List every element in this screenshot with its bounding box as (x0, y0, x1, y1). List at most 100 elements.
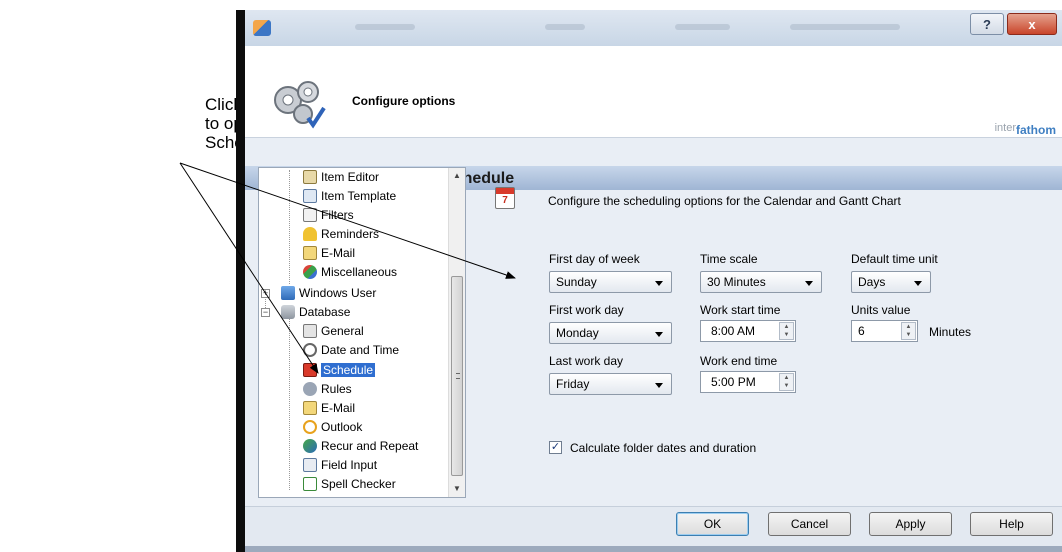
schedule-description: Configure the scheduling options for the… (548, 194, 901, 208)
tree-line (289, 318, 290, 490)
spin-down-icon[interactable]: ▼ (902, 331, 915, 339)
rules-icon (303, 382, 317, 396)
calendar-icon-number: 7 (502, 195, 508, 206)
first-day-select[interactable]: Sunday (549, 271, 672, 293)
tree-item-schedule[interactable]: Schedule (303, 361, 376, 379)
tree-item-filters[interactable]: Filters (303, 206, 354, 224)
work-end-value: 5:00 PM (711, 375, 756, 389)
first-work-day-label: First work day (549, 303, 624, 317)
tree-item-email-2[interactable]: E-Mail (303, 399, 355, 417)
tree-item-windows-user[interactable]: Windows User (281, 284, 376, 302)
email-icon (303, 246, 317, 260)
chevron-down-icon (655, 281, 663, 286)
tree-item-label: Schedule (321, 363, 376, 377)
first-day-label: First day of week (549, 252, 640, 266)
general-icon (303, 324, 317, 338)
chevron-down-icon (914, 281, 922, 286)
default-unit-select[interactable]: Days (851, 271, 931, 293)
field-input-icon (303, 458, 317, 472)
spin-buttons[interactable]: ▲ ▼ (779, 322, 794, 340)
help-title-button[interactable]: ? (970, 13, 1004, 35)
units-value-label: Units value (851, 303, 911, 317)
spin-up-icon[interactable]: ▲ (780, 323, 793, 331)
work-start-label: Work start time (700, 303, 781, 317)
tree-item-miscellaneous[interactable]: Miscellaneous (303, 263, 397, 281)
tree-item-label: Recur and Repeat (321, 439, 419, 453)
last-work-day-select[interactable]: Friday (549, 373, 672, 395)
cancel-button[interactable]: Cancel (768, 512, 851, 536)
tree-item-outlook[interactable]: Outlook (303, 418, 362, 436)
close-button[interactable]: x (1007, 13, 1057, 35)
work-end-time-input[interactable]: 5:00 PM ▲ ▼ (700, 371, 796, 393)
units-suffix: Minutes (929, 325, 972, 339)
spin-up-icon[interactable]: ▲ (780, 374, 793, 382)
calculate-dates-checkbox[interactable]: ✓ (549, 441, 562, 454)
tree-item-item-editor[interactable]: Item Editor (303, 168, 379, 186)
tree-item-label: Spell Checker (321, 477, 396, 491)
work-end-label: Work end time (700, 354, 778, 368)
work-start-value: 8:00 AM (711, 324, 756, 338)
blurred-title-fragment (790, 24, 900, 30)
tree-item-field-input[interactable]: Field Input (303, 456, 377, 474)
blurred-title-fragment (675, 24, 730, 30)
tree-item-label: General (321, 324, 364, 338)
tree-item-date-and-time[interactable]: Date and Time (303, 341, 399, 359)
grip-icon (456, 373, 460, 379)
scroll-up-icon[interactable]: ▲ (449, 168, 465, 184)
collapse-database[interactable]: − (261, 308, 270, 317)
units-value: 6 (858, 324, 865, 338)
tree-item-reminders[interactable]: Reminders (303, 225, 379, 243)
brand-suffix: fathom (1016, 123, 1056, 137)
taskbar-fragment (245, 546, 1062, 552)
brand-prefix: inter (994, 122, 1016, 134)
default-unit-label: Default time unit (851, 252, 938, 266)
gears-icon (274, 81, 326, 129)
expand-windows-user[interactable]: + (261, 289, 270, 298)
tree-item-spell-checker[interactable]: Spell Checker (303, 475, 396, 493)
spin-down-icon[interactable]: ▼ (780, 382, 793, 390)
schedule-panel (470, 190, 1062, 506)
bell-icon (303, 227, 317, 241)
tree-item-rules[interactable]: Rules (303, 380, 352, 398)
tree-item-label: Item Template (321, 189, 397, 203)
tree-item-general[interactable]: General (303, 322, 364, 340)
scroll-thumb[interactable] (451, 276, 463, 476)
spin-buttons[interactable]: ▲ ▼ (779, 373, 794, 391)
tree-scrollbar[interactable]: ▲ ▼ (448, 168, 465, 497)
spin-down-icon[interactable]: ▼ (780, 331, 793, 339)
blurred-title-fragment (545, 24, 585, 30)
tree-item-email[interactable]: E-Mail (303, 244, 355, 262)
tree-item-label: Date and Time (321, 343, 400, 357)
chevron-down-icon (655, 332, 663, 337)
default-unit-value: Days (858, 275, 886, 289)
tree-item-label: E-Mail (321, 401, 356, 415)
tree-item-label: Outlook (321, 420, 363, 434)
chevron-down-icon (805, 281, 813, 286)
scroll-down-icon[interactable]: ▼ (449, 481, 465, 497)
tree-item-label: Database (299, 305, 351, 319)
calendar-icon: 7 (495, 187, 515, 209)
time-scale-value: 30 Minutes (707, 275, 766, 289)
ok-button[interactable]: OK (676, 512, 749, 536)
first-work-day-select[interactable]: Monday (549, 322, 672, 344)
email-icon (303, 401, 317, 415)
tree-item-label: Miscellaneous (321, 265, 398, 279)
tree-item-item-template[interactable]: Item Template (303, 187, 396, 205)
spin-up-icon[interactable]: ▲ (902, 323, 915, 331)
app-icon (253, 20, 271, 36)
tree-item-recur-and-repeat[interactable]: Recur and Repeat (303, 437, 418, 455)
time-scale-select[interactable]: 30 Minutes (700, 271, 822, 293)
brand-logo: interfathom (994, 120, 1056, 137)
spin-buttons[interactable]: ▲ ▼ (901, 322, 916, 340)
work-start-time-input[interactable]: 8:00 AM ▲ ▼ (700, 320, 796, 342)
section-band (245, 138, 1062, 166)
time-scale-label: Time scale (700, 252, 758, 266)
units-value-input[interactable]: 6 ▲ ▼ (851, 320, 918, 342)
tree-item-label: Filters (321, 208, 354, 222)
last-work-day-label: Last work day (549, 354, 624, 368)
recur-icon (303, 439, 317, 453)
title-bar[interactable]: ? x (245, 10, 1062, 46)
apply-button[interactable]: Apply (869, 512, 952, 536)
tree-item-database[interactable]: Database (281, 303, 350, 321)
help-button[interactable]: Help (970, 512, 1053, 536)
